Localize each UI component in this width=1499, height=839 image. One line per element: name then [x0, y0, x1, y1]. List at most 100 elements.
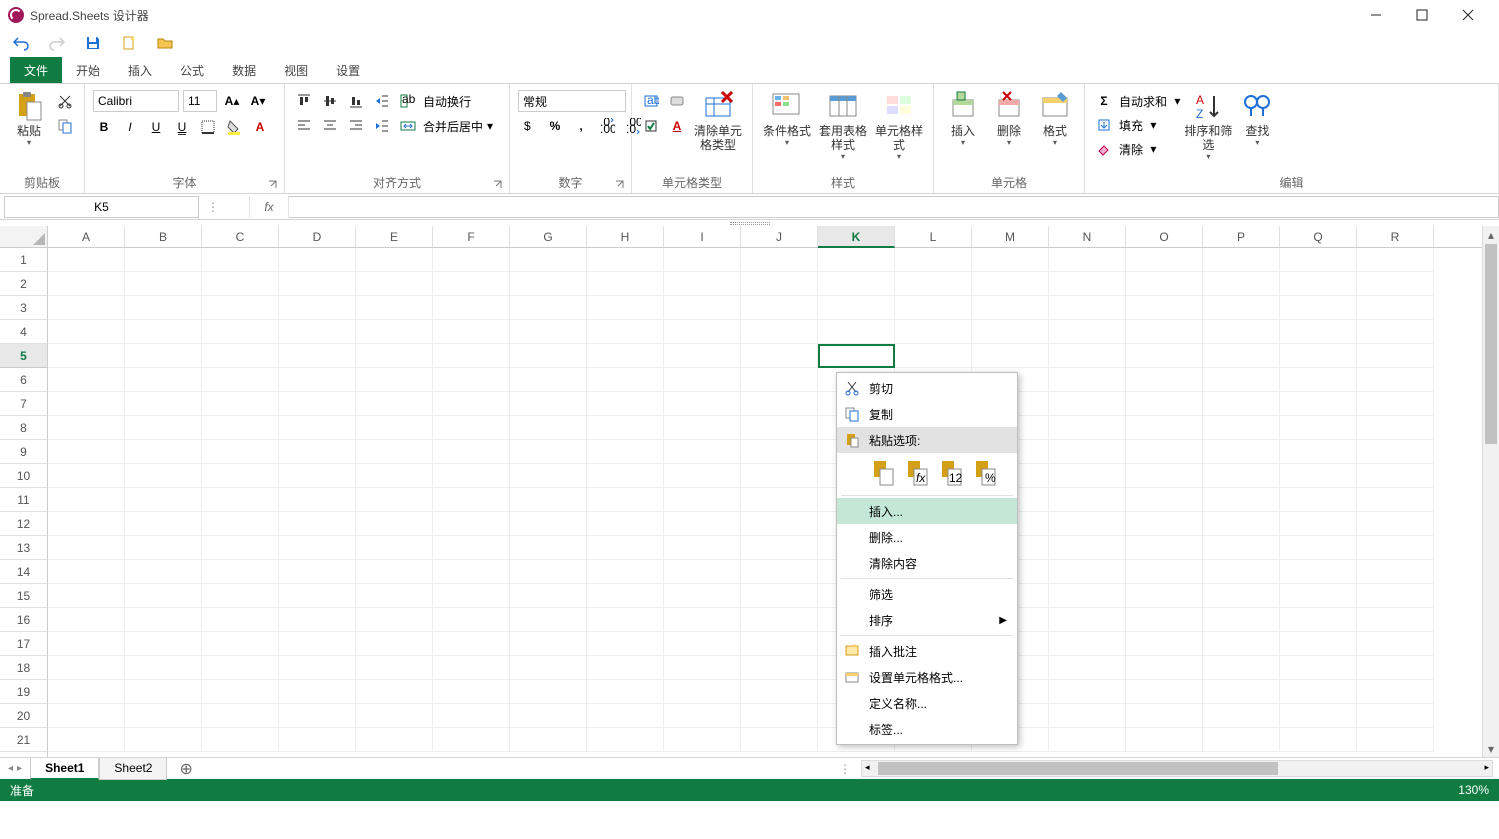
- fill-color-button[interactable]: [223, 116, 245, 138]
- cut-button[interactable]: [54, 90, 76, 112]
- clear-button[interactable]: 清除 ▾: [1093, 138, 1180, 160]
- row-header[interactable]: 14: [0, 560, 47, 584]
- row-header[interactable]: 4: [0, 320, 47, 344]
- minimize-button[interactable]: [1353, 0, 1399, 30]
- tab-insert[interactable]: 插入: [114, 57, 166, 83]
- paste-all-button[interactable]: [871, 459, 895, 487]
- copy-button[interactable]: [54, 115, 76, 137]
- ctx-insert-comment[interactable]: 插入批注: [837, 638, 1017, 664]
- select-all-corner[interactable]: [0, 226, 47, 248]
- ctx-format-cells[interactable]: 设置单元格格式...: [837, 664, 1017, 690]
- close-button[interactable]: [1445, 0, 1491, 30]
- row-header[interactable]: 2: [0, 272, 47, 296]
- scroll-up-icon[interactable]: ▴: [1483, 226, 1499, 243]
- border-button[interactable]: [197, 116, 219, 138]
- row-header[interactable]: 18: [0, 656, 47, 680]
- hscroll-thumb[interactable]: [878, 762, 1278, 775]
- vertical-scrollbar[interactable]: ▴ ▾: [1482, 226, 1499, 757]
- row-header[interactable]: 7: [0, 392, 47, 416]
- row-header[interactable]: 20: [0, 704, 47, 728]
- ctx-clear-contents[interactable]: 清除内容: [837, 550, 1017, 576]
- paste-formatting-button[interactable]: %: [973, 459, 997, 487]
- dbl-underline-button[interactable]: U: [171, 116, 193, 138]
- align-middle-button[interactable]: [319, 90, 341, 112]
- insert-cells-button[interactable]: 插入▾: [940, 88, 986, 147]
- sheet-tab[interactable]: Sheet2: [99, 758, 167, 780]
- row-header[interactable]: 17: [0, 632, 47, 656]
- increase-font-button[interactable]: A▴: [221, 90, 243, 112]
- fx-icon[interactable]: fx: [249, 196, 289, 218]
- column-header[interactable]: E: [356, 226, 433, 247]
- cells-area[interactable]: [48, 248, 1482, 752]
- align-bottom-button[interactable]: [345, 90, 367, 112]
- font-dialog-launcher[interactable]: [268, 179, 280, 191]
- delete-cells-button[interactable]: 删除▾: [986, 88, 1032, 147]
- align-top-button[interactable]: [293, 90, 315, 112]
- tab-home[interactable]: 开始: [62, 57, 114, 83]
- row-header[interactable]: 3: [0, 296, 47, 320]
- row-header[interactable]: 8: [0, 416, 47, 440]
- increase-decimal-button[interactable]: .0.00: [596, 115, 618, 137]
- column-header[interactable]: N: [1049, 226, 1126, 247]
- open-button[interactable]: [154, 32, 176, 54]
- column-header[interactable]: I: [664, 226, 741, 247]
- column-header[interactable]: O: [1126, 226, 1203, 247]
- paste-button[interactable]: 粘贴 ▾: [6, 88, 52, 147]
- spreadsheet-grid[interactable]: 123456789101112131415161718192021 ABCDEF…: [0, 226, 1499, 757]
- sort-filter-button[interactable]: AZ 排序和筛选▾: [1182, 88, 1234, 161]
- align-left-button[interactable]: [293, 115, 315, 137]
- column-header[interactable]: D: [279, 226, 356, 247]
- redo-button[interactable]: [46, 32, 68, 54]
- column-header[interactable]: P: [1203, 226, 1280, 247]
- ctx-filter[interactable]: 筛选: [837, 581, 1017, 607]
- row-header[interactable]: 19: [0, 680, 47, 704]
- column-header[interactable]: M: [972, 226, 1049, 247]
- ctx-define-name[interactable]: 定义名称...: [837, 690, 1017, 716]
- column-header[interactable]: F: [433, 226, 510, 247]
- column-header[interactable]: L: [895, 226, 972, 247]
- table-style-button[interactable]: 套用表格样式▾: [815, 88, 871, 161]
- format-cells-button[interactable]: 格式▾: [1032, 88, 1078, 147]
- percent-button[interactable]: %: [544, 115, 566, 137]
- conditional-format-button[interactable]: 条件格式▾: [759, 88, 815, 147]
- align-right-button[interactable]: [345, 115, 367, 137]
- row-header[interactable]: 21: [0, 728, 47, 752]
- row-header[interactable]: 5: [0, 344, 47, 368]
- underline-button[interactable]: U: [145, 116, 167, 138]
- paste-formulas-button[interactable]: fx: [905, 459, 929, 487]
- merge-button[interactable]: [397, 115, 419, 137]
- wrap-text-button[interactable]: ab: [397, 90, 419, 112]
- clear-celltype-button[interactable]: 清除单元格类型: [690, 88, 746, 152]
- tab-formula[interactable]: 公式: [166, 57, 218, 83]
- column-header[interactable]: B: [125, 226, 202, 247]
- cell-style-button[interactable]: 单元格样式▾: [871, 88, 927, 161]
- ctx-insert[interactable]: 插入...: [837, 498, 1017, 524]
- paste-values-button[interactable]: 123: [939, 459, 963, 487]
- autosum-button[interactable]: Σ自动求和 ▾: [1093, 90, 1180, 112]
- tab-settings[interactable]: 设置: [322, 57, 374, 83]
- decrease-indent-button[interactable]: [371, 90, 393, 112]
- alignment-dialog-launcher[interactable]: [493, 179, 505, 191]
- sheet-tab[interactable]: Sheet1: [30, 758, 99, 780]
- name-box[interactable]: K5: [4, 196, 199, 218]
- tab-view[interactable]: 视图: [270, 57, 322, 83]
- row-header[interactable]: 16: [0, 608, 47, 632]
- ctx-copy[interactable]: 复制: [837, 401, 1017, 427]
- row-header[interactable]: 12: [0, 512, 47, 536]
- celltype-hyperlink-button[interactable]: A: [666, 115, 688, 137]
- scroll-down-icon[interactable]: ▾: [1483, 740, 1499, 757]
- zoom-level[interactable]: 130%: [1458, 783, 1489, 797]
- row-header[interactable]: 13: [0, 536, 47, 560]
- new-button[interactable]: [118, 32, 140, 54]
- row-header[interactable]: 6: [0, 368, 47, 392]
- ctx-cut[interactable]: 剪切: [837, 375, 1017, 401]
- ctx-delete[interactable]: 删除...: [837, 524, 1017, 550]
- decrease-font-button[interactable]: A▾: [247, 90, 269, 112]
- italic-button[interactable]: I: [119, 116, 141, 138]
- ctx-paste-options[interactable]: 粘贴选项:: [837, 427, 1017, 453]
- number-format-combo[interactable]: [518, 90, 626, 112]
- celltype-checkbox-button[interactable]: [640, 115, 662, 137]
- fill-button[interactable]: 填充 ▾: [1093, 114, 1180, 136]
- tab-file[interactable]: 文件: [10, 57, 62, 83]
- row-header[interactable]: 9: [0, 440, 47, 464]
